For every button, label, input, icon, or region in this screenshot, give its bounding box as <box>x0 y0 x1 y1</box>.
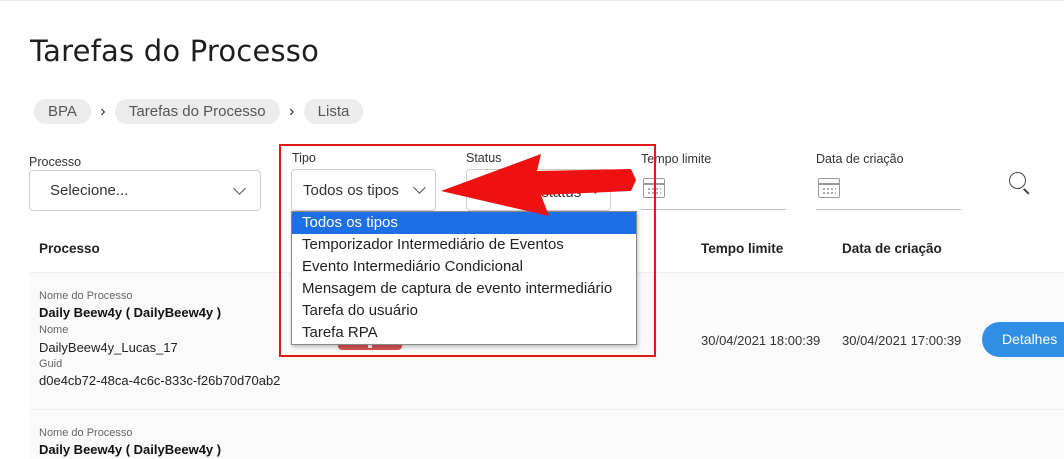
nome-label: Nome <box>39 324 69 336</box>
nome-processo-label: Nome do Processo <box>39 290 133 302</box>
column-header-data-criacao: Data de criação <box>842 241 942 256</box>
breadcrumb-item-bpa[interactable]: BPA <box>34 99 91 124</box>
processo-select-value: Selecione... <box>50 182 129 199</box>
nome-processo-label: Nome do Processo <box>39 427 133 439</box>
chevron-right-icon: › <box>288 102 295 120</box>
calendar-icon[interactable] <box>818 178 840 198</box>
page-title: Tarefas do Processo <box>30 34 320 68</box>
guid-value: d0e4cb72-48ca-4c6c-833c-f26b70d70ab2 <box>39 373 281 388</box>
nome-processo-value: Daily Beew4y ( DailyBeew4y ) <box>39 442 222 457</box>
detalhes-button[interactable]: Detalhes <box>982 322 1064 357</box>
processo-select[interactable]: Selecione... <box>29 170 261 211</box>
search-icon-handle <box>1023 188 1030 195</box>
top-divider <box>0 0 1064 1</box>
processo-filter-label: Processo <box>29 155 82 169</box>
search-icon <box>1009 172 1026 189</box>
breadcrumb-item-lista[interactable]: Lista <box>303 99 364 124</box>
search-button[interactable] <box>1009 172 1031 195</box>
column-header-tempo-limite: Tempo limite <box>701 241 784 256</box>
tempo-limite-cell: 30/04/2021 18:00:39 <box>701 333 821 348</box>
nome-processo-value: Daily Beew4y ( DailyBeew4y ) <box>39 305 222 320</box>
annotation-highlight-box <box>279 144 656 357</box>
column-header-processo: Processo <box>39 241 100 256</box>
guid-label: Guid <box>39 358 63 370</box>
chevron-right-icon: › <box>100 102 106 120</box>
data-criacao-filter-label: Data de criação <box>816 152 904 166</box>
tempo-limite-date-input[interactable] <box>641 170 786 210</box>
breadcrumb: BPA › Tarefas do Processo › Lista <box>34 99 364 124</box>
nome-value: DailyBeew4y_Lucas_17 <box>39 340 178 355</box>
breadcrumb-item-tarefas[interactable]: Tarefas do Processo <box>114 99 280 124</box>
data-criacao-cell: 30/04/2021 17:00:39 <box>842 333 962 348</box>
data-criacao-date-input[interactable] <box>816 170 961 210</box>
chevron-down-icon <box>233 182 246 195</box>
